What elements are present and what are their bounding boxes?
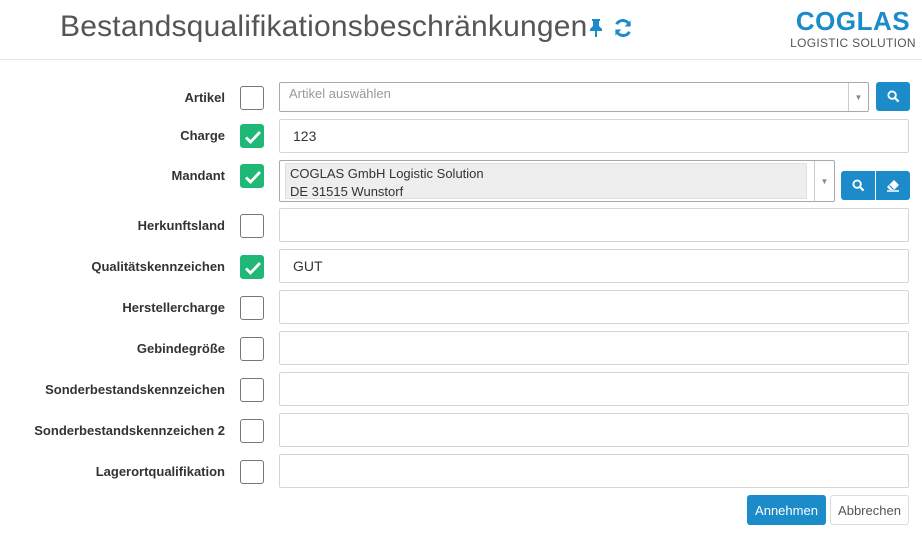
checkbox-charge[interactable]: [240, 124, 264, 148]
search-icon: [886, 90, 899, 103]
row-qualitaetskennzeichen: Qualitätskennzeichen GUT: [0, 249, 922, 285]
search-icon: [851, 179, 864, 192]
mandant-clear-button[interactable]: [876, 171, 910, 200]
label-artikel: Artikel: [184, 90, 225, 105]
checkbox-sonderbestandskennzeichen-2[interactable]: [240, 419, 264, 443]
label-sonderbestandskennzeichen: Sonderbestandskennzeichen: [45, 382, 225, 397]
coglas-logo: COGLAS LOGISTIC SOLUTION: [790, 6, 916, 50]
row-gebindegroesse: Gebindegröße: [0, 331, 922, 367]
checkbox-lagerortqualifikation[interactable]: [240, 460, 264, 484]
mandant-search-button[interactable]: [841, 171, 875, 200]
row-artikel: Artikel Artikel auswählen ▼: [0, 80, 922, 114]
checkmark-icon: [245, 171, 262, 185]
gebindegroesse-field[interactable]: [279, 331, 909, 365]
checkbox-sonderbestandskennzeichen[interactable]: [240, 378, 264, 402]
cancel-button[interactable]: Abbrechen: [830, 495, 909, 525]
row-lagerortqualifikation: Lagerortqualifikation: [0, 454, 922, 490]
label-herstellercharge: Herstellercharge: [122, 300, 225, 315]
checkbox-artikel[interactable]: [240, 86, 264, 110]
qualitaetskennzeichen-value: GUT: [293, 258, 323, 274]
checkbox-herkunftsland[interactable]: [240, 214, 264, 238]
chevron-down-icon[interactable]: ▼: [814, 161, 834, 201]
artikel-select[interactable]: Artikel auswählen ▼: [279, 82, 869, 112]
label-lagerortqualifikation: Lagerortqualifikation: [95, 464, 225, 479]
chevron-down-icon[interactable]: ▼: [848, 83, 868, 111]
qualitaetskennzeichen-field[interactable]: GUT: [279, 249, 909, 283]
label-herkunftsland: Herkunftsland: [137, 218, 225, 233]
row-sonderbestandskennzeichen: Sonderbestandskennzeichen: [0, 372, 922, 408]
artikel-search-button[interactable]: [876, 82, 910, 111]
mandant-select[interactable]: COGLAS GmbH Logistic Solution DE 31515 W…: [279, 160, 835, 202]
label-mandant: Mandant: [171, 168, 225, 183]
logo-main-text: COGLAS: [795, 6, 911, 36]
checkbox-qualitaetskennzeichen[interactable]: [240, 255, 264, 279]
charge-field[interactable]: 123: [279, 119, 909, 153]
refresh-icon[interactable]: [612, 15, 634, 41]
checkmark-icon: [245, 262, 262, 276]
artikel-select-placeholder: Artikel auswählen: [289, 86, 391, 101]
sonderbestandskennzeichen-field[interactable]: [279, 372, 909, 406]
logo-sub-text: LOGISTIC SOLUTION: [790, 36, 916, 50]
page-header: Bestandsqualifikationsbeschränkungen COG…: [0, 0, 922, 60]
row-charge: Charge 123: [0, 118, 922, 154]
label-charge: Charge: [180, 128, 225, 143]
thumbtack-icon[interactable]: [585, 15, 607, 41]
label-gebindegroesse: Gebindegröße: [136, 341, 225, 356]
sonderbestandskennzeichen-2-field[interactable]: [279, 413, 909, 447]
label-qualitaetskennzeichen: Qualitätskennzeichen: [91, 259, 225, 274]
eraser-icon: [887, 180, 899, 192]
row-herkunftsland: Herkunftsland: [0, 208, 922, 244]
charge-value: 123: [293, 128, 317, 144]
accept-button[interactable]: Annehmen: [747, 495, 826, 525]
row-sonderbestandskennzeichen-2: Sonderbestandskennzeichen 2: [0, 413, 922, 449]
checkbox-mandant[interactable]: [240, 164, 264, 188]
lagerortqualifikation-field[interactable]: [279, 454, 909, 488]
mandant-selected-chip: COGLAS GmbH Logistic Solution DE 31515 W…: [285, 163, 807, 199]
mandant-line-2: DE 31515 Wunstorf: [290, 184, 404, 199]
row-mandant: Mandant COGLAS GmbH Logistic Solution DE…: [0, 158, 922, 204]
label-sonderbestandskennzeichen-2: Sonderbestandskennzeichen 2: [34, 423, 225, 438]
page-title: Bestandsqualifikationsbeschränkungen: [60, 10, 588, 43]
row-herstellercharge: Herstellercharge: [0, 290, 922, 326]
herkunftsland-field[interactable]: [279, 208, 909, 242]
checkmark-icon: [245, 131, 262, 145]
herstellercharge-field[interactable]: [279, 290, 909, 324]
checkbox-gebindegroesse[interactable]: [240, 337, 264, 361]
mandant-line-1: COGLAS GmbH Logistic Solution: [290, 166, 484, 181]
checkbox-herstellercharge[interactable]: [240, 296, 264, 320]
